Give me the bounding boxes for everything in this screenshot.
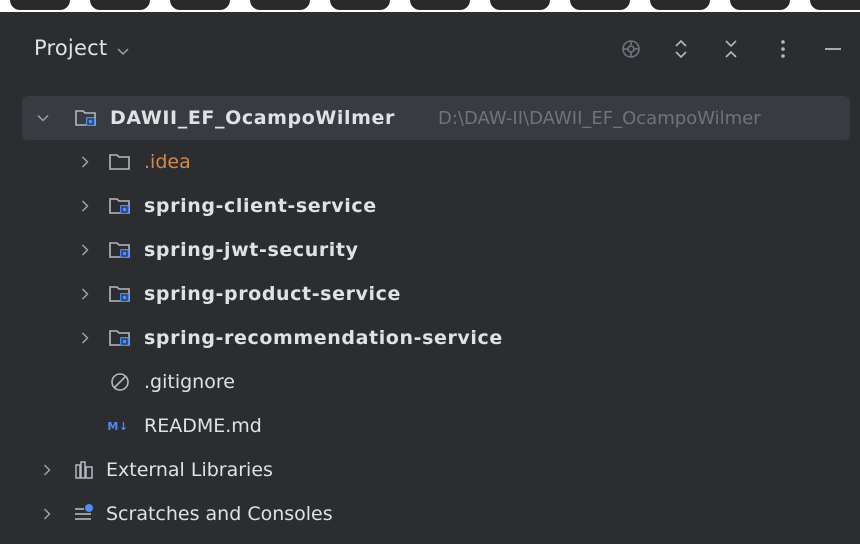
tree-item-file[interactable]: M↓ README.md xyxy=(0,404,860,448)
tree-item-external-libraries[interactable]: External Libraries xyxy=(0,448,860,492)
tree-item-label: .gitignore xyxy=(144,371,235,393)
tree-item-label: spring-product-service xyxy=(144,283,401,305)
project-tool-window: Project DAWII_EF_OcampoWilmer D:\DAW-II\… xyxy=(0,0,860,544)
tree-item-label: External Libraries xyxy=(106,459,273,481)
hide-icon[interactable] xyxy=(818,34,848,64)
collapse-all-icon[interactable] xyxy=(716,34,746,64)
view-selector[interactable]: Project xyxy=(34,36,131,60)
tree-item-idea[interactable]: .idea xyxy=(0,140,860,184)
module-folder-icon xyxy=(108,238,132,262)
chevron-right-icon[interactable] xyxy=(40,463,54,477)
module-folder-icon xyxy=(108,326,132,350)
expand-all-icon[interactable] xyxy=(666,34,696,64)
tree-item-module[interactable]: spring-recommendation-service xyxy=(0,316,860,360)
folder-icon xyxy=(108,150,132,174)
chevron-right-icon[interactable] xyxy=(78,287,92,301)
tree-item-label: spring-client-service xyxy=(144,195,377,217)
scratches-icon xyxy=(72,502,96,526)
module-folder-icon xyxy=(108,282,132,306)
tree-item-file[interactable]: .gitignore xyxy=(0,360,860,404)
markdown-file-icon: M↓ xyxy=(107,419,129,433)
tree-item-scratches[interactable]: Scratches and Consoles xyxy=(0,492,860,536)
tree-root-item[interactable]: DAWII_EF_OcampoWilmer D:\DAW-II\DAWII_EF… xyxy=(22,96,850,140)
tool-window-header: Project xyxy=(0,12,860,92)
locate-icon[interactable] xyxy=(616,34,646,64)
chevron-down-icon xyxy=(115,40,131,56)
library-icon xyxy=(72,458,96,482)
top-edge xyxy=(0,0,860,12)
tree-item-label: spring-jwt-security xyxy=(144,239,359,261)
chevron-right-icon[interactable] xyxy=(78,199,92,213)
chevron-down-icon[interactable] xyxy=(36,111,50,125)
chevron-right-icon[interactable] xyxy=(78,155,92,169)
ignore-file-icon xyxy=(108,370,132,394)
more-options-icon[interactable] xyxy=(768,34,798,64)
tree-item-module[interactable]: spring-jwt-security xyxy=(0,228,860,272)
tree-item-module[interactable]: spring-client-service xyxy=(0,184,860,228)
view-title: Project xyxy=(34,36,108,60)
tree-item-module[interactable]: spring-product-service xyxy=(0,272,860,316)
tree-item-label: spring-recommendation-service xyxy=(144,327,503,349)
chevron-right-icon[interactable] xyxy=(40,507,54,521)
tree-item-label: Scratches and Consoles xyxy=(106,503,333,525)
module-folder-icon xyxy=(108,194,132,218)
project-tree: DAWII_EF_OcampoWilmer D:\DAW-II\DAWII_EF… xyxy=(0,96,860,536)
module-folder-icon xyxy=(74,106,98,130)
root-project-path: D:\DAW-II\DAWII_EF_OcampoWilmer xyxy=(438,107,761,129)
root-project-name: DAWII_EF_OcampoWilmer xyxy=(110,107,396,129)
tree-item-label: .idea xyxy=(144,151,191,173)
tree-item-label: README.md xyxy=(144,415,262,437)
chevron-right-icon[interactable] xyxy=(78,331,92,345)
chevron-right-icon[interactable] xyxy=(78,243,92,257)
